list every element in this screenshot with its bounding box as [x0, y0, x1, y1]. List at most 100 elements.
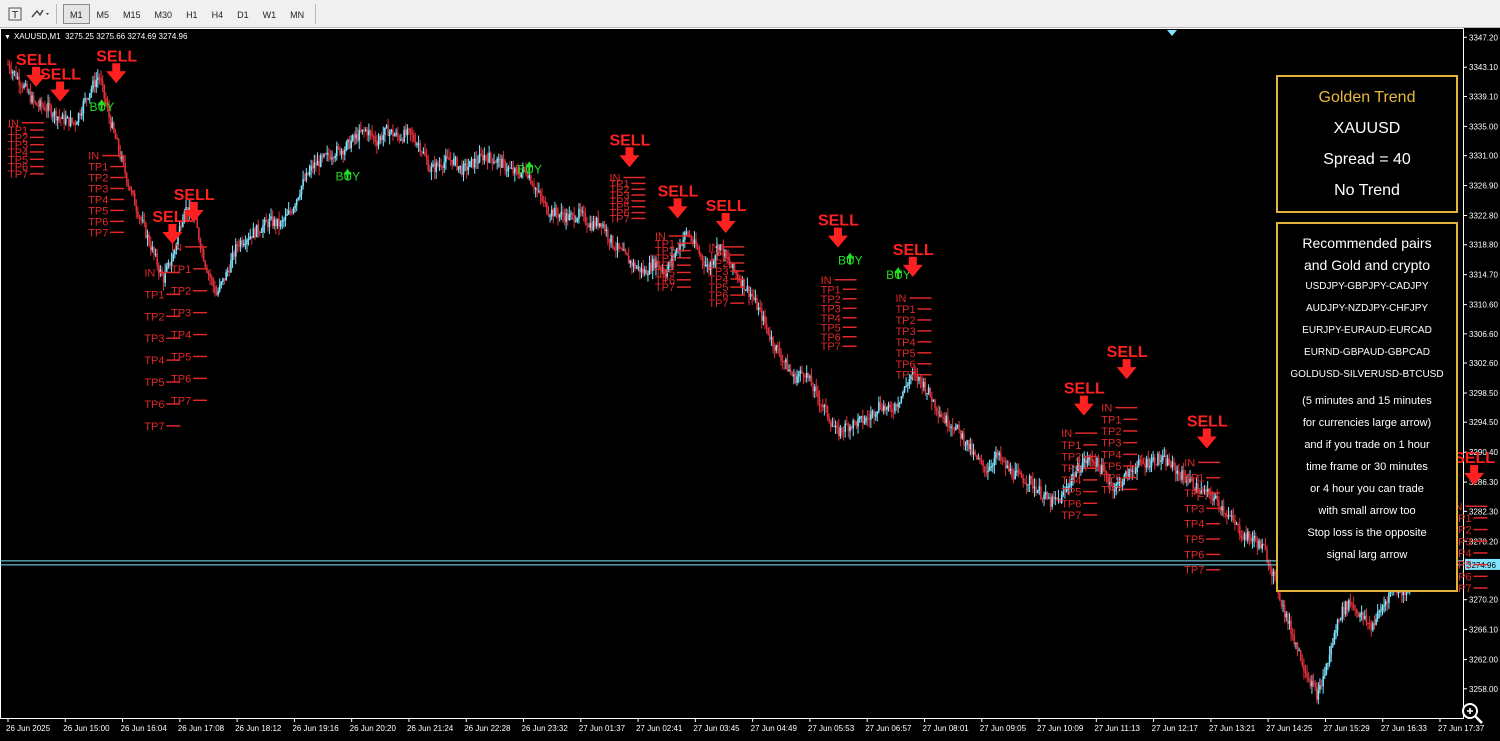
level-label: TP6 [1061, 498, 1081, 510]
y-tick-label: 3339.10 [1469, 92, 1498, 101]
timeframe-d1[interactable]: D1 [230, 4, 256, 24]
candle-body [550, 209, 553, 216]
x-tick-label: 26 Jun 2025 [6, 724, 51, 733]
candle-body [1035, 486, 1037, 494]
candle-body [1263, 544, 1265, 546]
candle-body [873, 411, 875, 417]
candle-body [1137, 459, 1140, 466]
candle-body [947, 415, 949, 427]
level-label: TP6 [171, 373, 191, 385]
candle-body [611, 235, 614, 248]
y-tick-label: 3270.20 [1469, 596, 1498, 605]
candle-body [802, 373, 805, 377]
x-tick-label: 27 Jun 08:01 [922, 724, 969, 733]
candle-body [228, 271, 231, 273]
timeframe-w1[interactable]: W1 [256, 4, 284, 24]
candle-body [206, 267, 208, 273]
level-label: TP2 [1184, 488, 1204, 500]
candle-body [291, 212, 293, 214]
timeframe-m15[interactable]: M15 [116, 4, 148, 24]
candle-body [639, 266, 641, 273]
candle-body [615, 249, 617, 251]
candle-body [953, 428, 956, 431]
candle-body [1246, 531, 1249, 541]
recommend-subheading: and Gold and crypto [1303, 257, 1431, 273]
candle-body [390, 129, 393, 132]
sell-label: SELL [818, 213, 859, 230]
candle-body [623, 249, 625, 251]
candle-body [600, 223, 603, 227]
candle-body [310, 165, 312, 171]
candle-body [321, 155, 324, 157]
candle-body [1240, 535, 1243, 538]
x-tick-label: 27 Jun 05:53 [808, 724, 855, 733]
candle-body [467, 167, 470, 171]
timeframe-mn[interactable]: MN [283, 4, 311, 24]
candle-body [624, 249, 627, 254]
candle-body [47, 102, 49, 111]
candle-body [68, 116, 70, 127]
candle-body [29, 91, 32, 103]
y-tick-label: 3347.20 [1469, 33, 1498, 42]
candle-body [698, 249, 701, 255]
candle-body [408, 128, 410, 130]
level-label: TP7 [895, 370, 915, 382]
candle-body [244, 243, 247, 245]
timeframe-h4[interactable]: H4 [205, 4, 231, 24]
candle-body [942, 417, 944, 419]
magnifier-icon[interactable] [1458, 699, 1486, 727]
candle-body [834, 425, 837, 428]
candle-body [214, 286, 216, 293]
x-tick-label: 27 Jun 10:09 [1037, 724, 1084, 733]
toolbar: T M1 M5 M15 M30 H1 H4 D1 W1 MN [0, 0, 1500, 28]
candle-body [276, 218, 279, 227]
candle-body [1229, 515, 1231, 517]
text-tool-icon[interactable]: T [4, 3, 26, 25]
timeframe-m5[interactable]: M5 [90, 4, 117, 24]
timeframe-m30[interactable]: M30 [148, 4, 180, 24]
pair-group: USDJPY-GBPJPY-CADJPY [1305, 281, 1429, 292]
candle-body [305, 172, 308, 181]
shapes-menu-icon[interactable] [30, 3, 52, 25]
candle-body [1181, 470, 1183, 480]
candle-body [586, 223, 588, 226]
candle-body [940, 414, 943, 418]
candle-body [1339, 618, 1342, 620]
candle-body [1165, 455, 1167, 466]
candle-body [382, 134, 385, 140]
candle-body [501, 158, 503, 168]
x-tick-label: 27 Jun 12:17 [1152, 724, 1199, 733]
candle-body [1227, 515, 1230, 517]
candle-body [180, 226, 183, 228]
candle-body [1012, 476, 1015, 480]
candle-body [1125, 471, 1127, 475]
level-label: TP5 [1101, 461, 1121, 473]
candle-body [810, 376, 813, 387]
note-line: (5 minutes and 15 minutes [1302, 395, 1432, 407]
price-chart[interactable]: 3347.20 3343.10 3339.10 3335.00 3331.00 3326.… [0, 28, 1500, 741]
collapse-triangle-icon[interactable]: ▼ [4, 34, 11, 41]
candle-body [324, 154, 327, 156]
symbol-ohlc: 3275.25 3275.66 3274.69 3274.96 [65, 32, 188, 41]
symbol-name: XAUUSD,M1 [13, 32, 61, 41]
candle-body [1303, 665, 1305, 672]
candle-body [870, 414, 872, 420]
candle-body [90, 88, 93, 94]
sell-label: SELL [1187, 413, 1228, 430]
candle-body [1214, 495, 1217, 499]
candle-body [825, 405, 827, 407]
candle-body [430, 166, 433, 172]
candle-body [1221, 506, 1223, 511]
timeframe-m1[interactable]: M1 [63, 3, 90, 24]
candle-body [1153, 457, 1156, 465]
candle-body [212, 279, 215, 287]
timeframe-h1[interactable]: H1 [179, 4, 205, 24]
candle-body [249, 236, 251, 239]
candle-body [855, 421, 858, 427]
candle-body [1057, 498, 1060, 500]
x-tick-label: 26 Jun 19:16 [292, 724, 339, 733]
candle-body [1157, 453, 1159, 465]
candle-body [273, 219, 276, 227]
candle-body [740, 280, 742, 287]
candle-body [361, 129, 364, 132]
